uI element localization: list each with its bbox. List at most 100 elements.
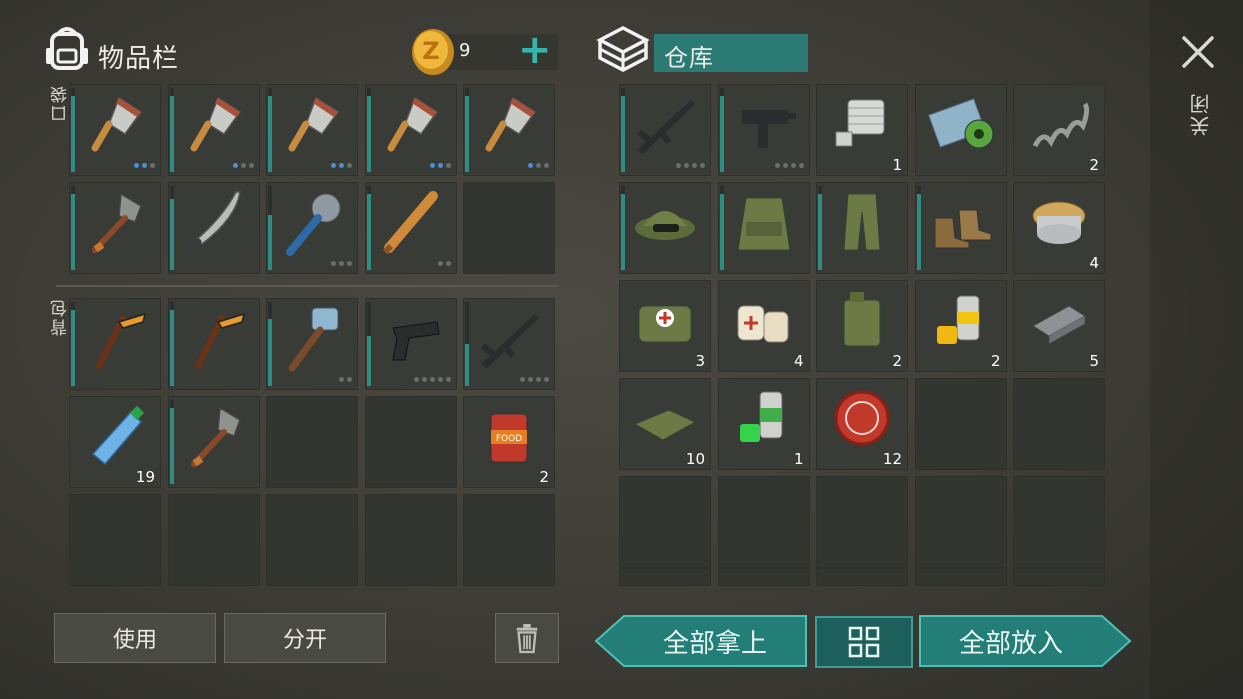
sledgehammer-icon (288, 307, 339, 372)
inventory-slot[interactable]: 4 (1013, 182, 1105, 274)
empty-slot[interactable] (717, 568, 810, 586)
trash-button[interactable] (495, 613, 559, 663)
upgrade-dot (544, 377, 549, 382)
empty-slot[interactable] (914, 378, 1007, 470)
empty-slot[interactable] (619, 568, 711, 586)
empty-slot[interactable] (816, 568, 908, 586)
cloth-icon (633, 409, 697, 441)
add-coins-button[interactable]: + (518, 28, 552, 72)
inventory-slot[interactable] (266, 298, 358, 390)
inventory-slot[interactable] (69, 182, 161, 274)
empty-slot[interactable] (1013, 568, 1105, 586)
inventory-slot[interactable]: 19 (69, 396, 161, 488)
inventory-slot[interactable]: 2 (914, 280, 1007, 372)
empty-slot[interactable] (364, 396, 457, 488)
spring-icon (1032, 102, 1090, 148)
durability-bar (71, 88, 75, 172)
empty-slot[interactable] (1013, 476, 1105, 568)
empty-slot[interactable] (463, 182, 555, 274)
inventory-slot[interactable] (364, 84, 457, 176)
empty-slot[interactable] (167, 494, 260, 586)
upgrade-dot (700, 163, 705, 168)
inventory-slot[interactable] (717, 84, 810, 176)
inventory-slot[interactable] (266, 84, 358, 176)
empty-slot[interactable] (463, 494, 555, 586)
upgrade-dot (339, 261, 344, 266)
inventory-slot[interactable]: 5 (1013, 280, 1105, 372)
inventory-slot[interactable]: 2 (1013, 84, 1105, 176)
inventory-slot[interactable]: 12 (816, 378, 908, 470)
inventory-slot[interactable]: FOOD 2 (463, 396, 555, 488)
item-count: 1 (793, 450, 804, 468)
empty-slot[interactable] (619, 476, 711, 568)
inventory-slot[interactable] (167, 396, 260, 488)
inventory-slot[interactable]: 10 (619, 378, 711, 470)
inventory-slot[interactable] (69, 298, 161, 390)
metal-bar-icon (1032, 305, 1086, 345)
camo-hat-icon (635, 211, 695, 240)
inventory-slot[interactable]: 1 (816, 84, 908, 176)
upgrade-dots (429, 163, 451, 168)
storage-title: 仓库 (664, 44, 714, 72)
inventory-slot[interactable] (266, 182, 358, 274)
empty-slot[interactable] (266, 494, 358, 586)
empty-slot[interactable] (816, 476, 908, 568)
inventory-slot[interactable] (914, 84, 1007, 176)
inventory-slot[interactable] (463, 298, 555, 390)
backpack-icon (44, 24, 90, 72)
water-bottle-icon (91, 405, 145, 466)
inventory-slot[interactable] (364, 182, 457, 274)
empty-slot[interactable] (717, 476, 810, 568)
upgrade-dot (421, 377, 427, 382)
empty-slot[interactable] (69, 494, 161, 586)
put-all-button[interactable]: 全部放入 (918, 614, 1132, 668)
upgrade-dot (692, 163, 697, 168)
use-button[interactable]: 使用 (54, 613, 216, 663)
inventory-slot[interactable] (167, 182, 260, 274)
cleaver-icon (190, 96, 241, 152)
empty-slot[interactable] (914, 476, 1007, 568)
inventory-slot[interactable] (167, 84, 260, 176)
upgrade-dot (339, 377, 344, 382)
inventory-slot[interactable] (914, 182, 1007, 274)
durability-bar (818, 186, 822, 270)
empty-slot[interactable] (914, 568, 1007, 586)
upgrade-dot (248, 163, 254, 168)
upgrade-dot (339, 163, 344, 168)
inventory-slot[interactable] (463, 84, 555, 176)
close-icon[interactable] (1180, 34, 1216, 70)
durability-bar (621, 186, 625, 270)
inventory-slot[interactable] (816, 182, 908, 274)
upgrade-dot (774, 163, 780, 168)
inventory-slot[interactable] (717, 182, 810, 274)
inventory-slot[interactable]: 4 (717, 280, 810, 372)
upgrade-dot (331, 261, 336, 266)
take-all-button[interactable]: 全部拿上 (594, 614, 808, 668)
inventory-slot[interactable] (364, 298, 457, 390)
inventory-slot[interactable] (619, 182, 711, 274)
upgrade-dot (445, 377, 451, 382)
inventory-slot[interactable] (69, 84, 161, 176)
empty-slot[interactable] (1013, 378, 1105, 470)
inventory-slot[interactable] (619, 84, 711, 176)
inventory-slot[interactable]: 3 (619, 280, 711, 372)
durability-bar (169, 302, 174, 386)
baseball-bat-icon (382, 191, 438, 255)
svg-text:FOOD: FOOD (496, 434, 522, 444)
sort-grid-button[interactable] (815, 616, 913, 668)
pistol-icon (391, 321, 440, 361)
canned-food-icon: FOOD (490, 413, 528, 463)
empty-slot[interactable] (266, 396, 358, 488)
split-button[interactable]: 分开 (224, 613, 386, 663)
inventory-title: 物品栏 (98, 44, 180, 74)
durability-bar (621, 88, 625, 172)
empty-slot[interactable] (364, 494, 457, 586)
upgrade-dots (437, 261, 451, 266)
durability-bar (366, 302, 371, 386)
close-label[interactable]: 关闭 (1186, 92, 1215, 136)
durability-bar (719, 186, 724, 270)
inventory-slot[interactable]: 1 (717, 378, 810, 470)
upgrade-dot (134, 163, 139, 168)
inventory-slot[interactable]: 2 (816, 280, 908, 372)
inventory-slot[interactable] (167, 298, 260, 390)
